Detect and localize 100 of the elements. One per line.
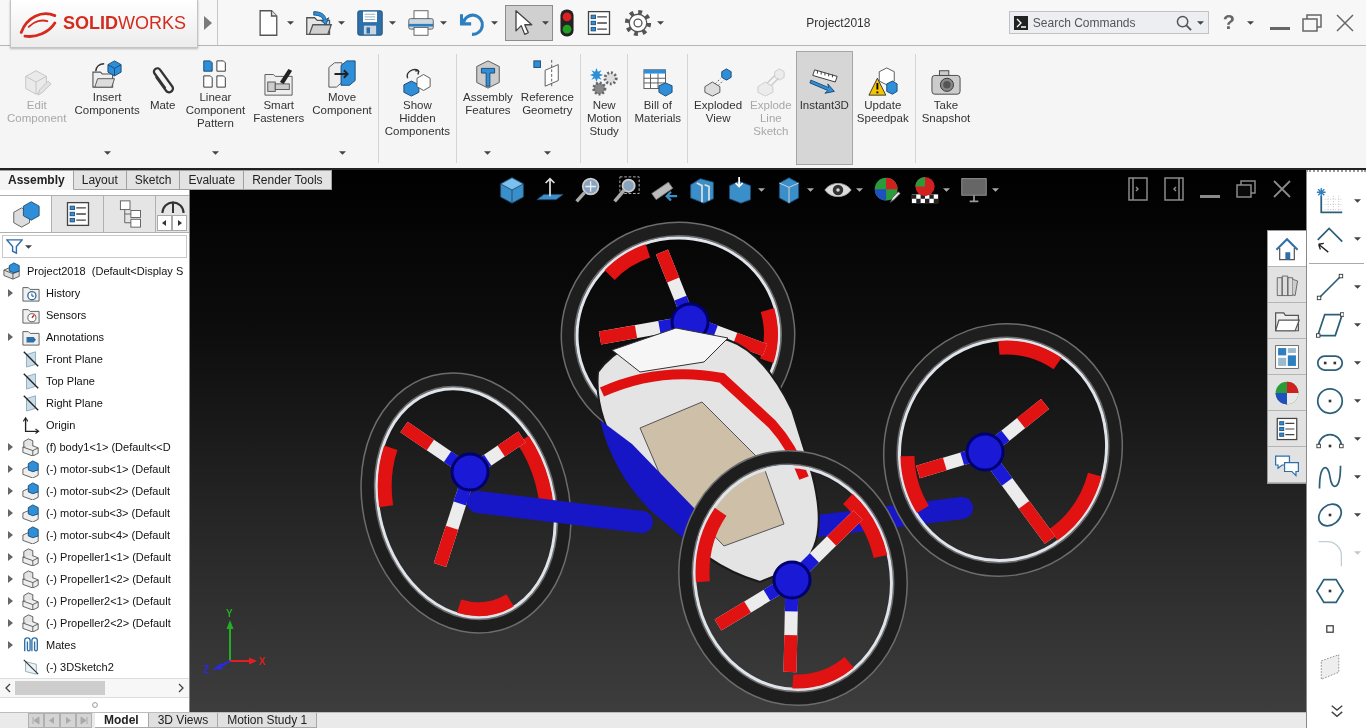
bill-of-materials-button[interactable]: Bill of Materials: [630, 51, 686, 165]
tree-item[interactable]: Top Plane: [0, 370, 189, 392]
file-explorer-tab[interactable]: [1268, 303, 1306, 339]
caret-icon[interactable]: [103, 151, 111, 155]
expand-arrow-icon[interactable]: [7, 575, 13, 583]
caret-icon[interactable]: [1196, 20, 1204, 25]
caret-icon[interactable]: [338, 151, 346, 155]
design-library-tab[interactable]: [1268, 267, 1306, 303]
line-icon[interactable]: [1316, 273, 1344, 301]
circle-icon[interactable]: [1316, 387, 1344, 415]
tree-item[interactable]: Project2018 (Default<Display S: [0, 260, 189, 282]
section-view-icon[interactable]: [687, 176, 716, 204]
insert-components-button[interactable]: Insert Components: [70, 51, 144, 165]
tree-item[interactable]: Right Plane: [0, 392, 189, 414]
reference-geometry-button[interactable]: Reference Geometry: [516, 51, 578, 165]
tree-item[interactable]: Mates: [0, 634, 189, 656]
scroll-left-icon[interactable]: [157, 215, 172, 231]
help-button[interactable]: ?: [1222, 11, 1235, 34]
property-manager-tab[interactable]: [52, 195, 104, 232]
search-field[interactable]: Search Commands: [1032, 15, 1171, 30]
caret-icon[interactable]: [211, 151, 219, 155]
caret-icon[interactable]: [1354, 513, 1361, 517]
tree-item[interactable]: Sensors: [0, 304, 189, 326]
sphere-pencil-icon[interactable]: [872, 176, 901, 204]
tree-item[interactable]: (-) Propeller1<2> (Default: [0, 568, 189, 590]
caret-icon[interactable]: [1354, 199, 1361, 203]
close-icon[interactable]: [1272, 180, 1292, 198]
expand-arrow-icon[interactable]: [7, 531, 13, 539]
scroll-right-icon[interactable]: [178, 683, 184, 693]
expand-arrow-icon[interactable]: [7, 465, 13, 473]
window-left-icon[interactable]: [1128, 177, 1148, 201]
caret-icon[interactable]: [757, 188, 765, 192]
expand-arrow-icon[interactable]: [7, 619, 13, 627]
feature-tree-tab[interactable]: [0, 195, 52, 232]
tree-item[interactable]: History: [0, 282, 189, 304]
search-icon[interactable]: [1175, 14, 1192, 31]
tree-item[interactable]: (-) motor-sub<2> (Default: [0, 480, 189, 502]
caret-icon[interactable]: [338, 20, 345, 25]
command-tab[interactable]: Sketch: [126, 170, 181, 190]
mate-button[interactable]: Mate: [143, 51, 182, 165]
update-speedpak-button[interactable]: Update Speedpak: [852, 51, 913, 165]
caret-icon[interactable]: [1354, 285, 1361, 289]
cube-icon[interactable]: [497, 176, 526, 204]
custom-properties-tab[interactable]: [1268, 411, 1306, 447]
tree-item[interactable]: (f) body1<1> (Default<<D: [0, 436, 189, 458]
scroll-left-icon[interactable]: [5, 683, 11, 693]
caret-icon[interactable]: [1354, 475, 1361, 479]
expand-menu-icon[interactable]: [204, 15, 212, 30]
caret-icon[interactable]: [1354, 361, 1361, 365]
logo-panel[interactable]: SOLIDWORKS: [10, 0, 198, 48]
tree-item[interactable]: (-) 3DSketch2: [0, 656, 189, 678]
caret-icon[interactable]: [991, 188, 999, 192]
expand-arrow-icon[interactable]: [7, 597, 13, 605]
caret-icon[interactable]: [806, 188, 814, 192]
exploded-view-button[interactable]: Exploded View: [690, 51, 747, 165]
caret-icon[interactable]: [440, 20, 447, 25]
appearances-tab[interactable]: [1268, 375, 1306, 411]
tree-item[interactable]: (-) Propeller2<1> (Default: [0, 590, 189, 612]
caret-icon[interactable]: [25, 244, 32, 249]
tree-item[interactable]: (-) motor-sub<4> (Default: [0, 524, 189, 546]
terminal-icon[interactable]: [1013, 15, 1028, 30]
caret-icon[interactable]: [942, 188, 950, 192]
select-button[interactable]: [505, 4, 553, 41]
horizontal-scrollbar[interactable]: [0, 678, 189, 698]
restore-icon[interactable]: [1236, 180, 1256, 198]
caret-icon[interactable]: [484, 151, 492, 155]
caret-icon[interactable]: [389, 20, 396, 25]
configuration-tab[interactable]: [104, 195, 156, 232]
expand-arrow-icon[interactable]: [7, 333, 13, 341]
expand-arrow-icon[interactable]: [7, 487, 13, 495]
caret-icon[interactable]: [287, 20, 294, 25]
show-hidden-button[interactable]: Show Hidden Components: [380, 51, 454, 165]
view-palette-tab[interactable]: [1268, 339, 1306, 375]
chevron-down-icon[interactable]: [1329, 704, 1344, 718]
spline-icon[interactable]: [1316, 463, 1344, 491]
command-tab[interactable]: Evaluate: [180, 170, 245, 190]
close-icon[interactable]: [1336, 13, 1354, 32]
tree-item[interactable]: (-) Propeller1<1> (Default: [0, 546, 189, 568]
forum-tab[interactable]: [1268, 447, 1306, 483]
caret-icon[interactable]: [1354, 437, 1361, 441]
caret-icon[interactable]: [1354, 237, 1361, 241]
tree-item[interactable]: (-) motor-sub<1> (Default: [0, 458, 189, 480]
caret-icon[interactable]: [855, 188, 863, 192]
filter-field[interactable]: [2, 235, 187, 258]
snapshot-button[interactable]: Take Snapshot: [917, 51, 975, 165]
command-tab[interactable]: Render Tools: [244, 170, 332, 190]
smart-fasteners-button[interactable]: Smart Fasteners: [249, 51, 309, 165]
instant3d-button[interactable]: Instant3D: [795, 51, 853, 165]
hexagon-icon[interactable]: [1316, 577, 1344, 605]
minimize-icon[interactable]: [1200, 194, 1220, 198]
tree-item[interactable]: Origin: [0, 414, 189, 436]
expand-arrow-icon[interactable]: [7, 289, 13, 297]
expand-arrow-icon[interactable]: [7, 641, 13, 649]
caret-icon[interactable]: [543, 151, 551, 155]
expand-arrow-icon[interactable]: [7, 553, 13, 561]
expand-arrow-icon[interactable]: [7, 509, 13, 517]
motion-study-button[interactable]: New Motion Study: [582, 51, 626, 165]
caret-icon[interactable]: [1354, 399, 1361, 403]
scroll-right-icon[interactable]: [172, 215, 187, 231]
window-right-icon[interactable]: [1164, 177, 1184, 201]
